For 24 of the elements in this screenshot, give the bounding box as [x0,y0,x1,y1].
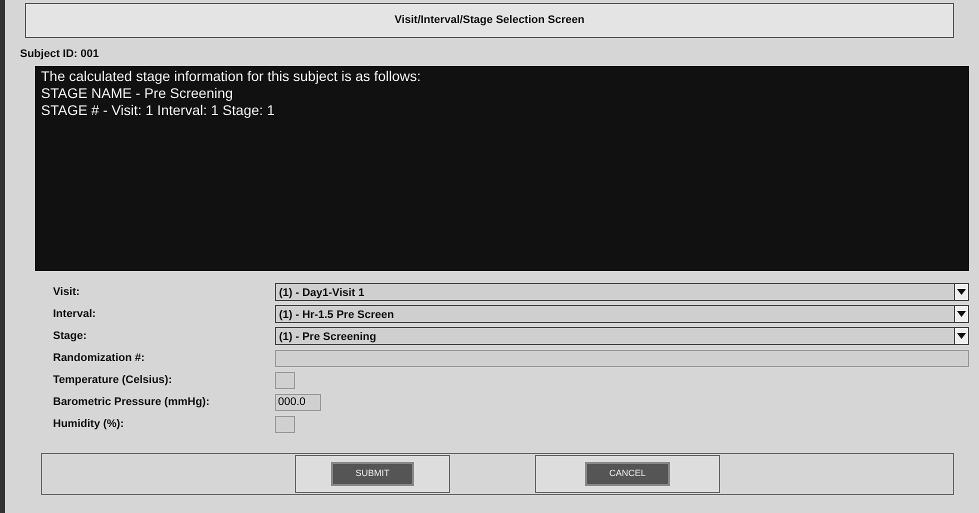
window-title: Visit/Interval/Stage Selection Screen [25,3,954,38]
cancel-button[interactable]: CANCEL [585,462,670,486]
dropdown-arrow-icon[interactable] [957,311,966,317]
field-label: Barometric Pressure (mmHg): [53,394,210,410]
subject-id: Subject ID: 001 [20,46,100,62]
info-line: STAGE # - Visit: 1 Interval: 1 Stage: 1 [41,102,276,118]
field-label: Visit: [53,284,81,300]
input-field[interactable] [275,350,969,366]
field-label: Interval: [53,306,97,322]
dropdown[interactable]: (1) - Day1-Visit 1 [275,283,969,301]
input-field[interactable] [275,372,295,388]
field-label: Temperature (Celsius): [53,372,173,388]
field-label: Humidity (%): [53,416,125,432]
dropdown[interactable]: (1) - Hr-1.5 Pre Screen [275,305,969,323]
input-field[interactable]: 000.0 [275,394,321,410]
field-label: Stage: [53,328,88,344]
input-field[interactable] [275,416,295,432]
info-line: STAGE NAME - Pre Screening [41,84,234,102]
dropdown-arrow-icon[interactable] [957,289,966,295]
dropdown-arrow-icon[interactable] [957,333,966,339]
field-label: Randomization #: [53,350,146,366]
submit-button[interactable]: SUBMIT [331,462,414,486]
dropdown[interactable]: (1) - Pre Screening [275,327,969,345]
info-line: The calculated stage information for this subject is as follows: [41,68,422,85]
